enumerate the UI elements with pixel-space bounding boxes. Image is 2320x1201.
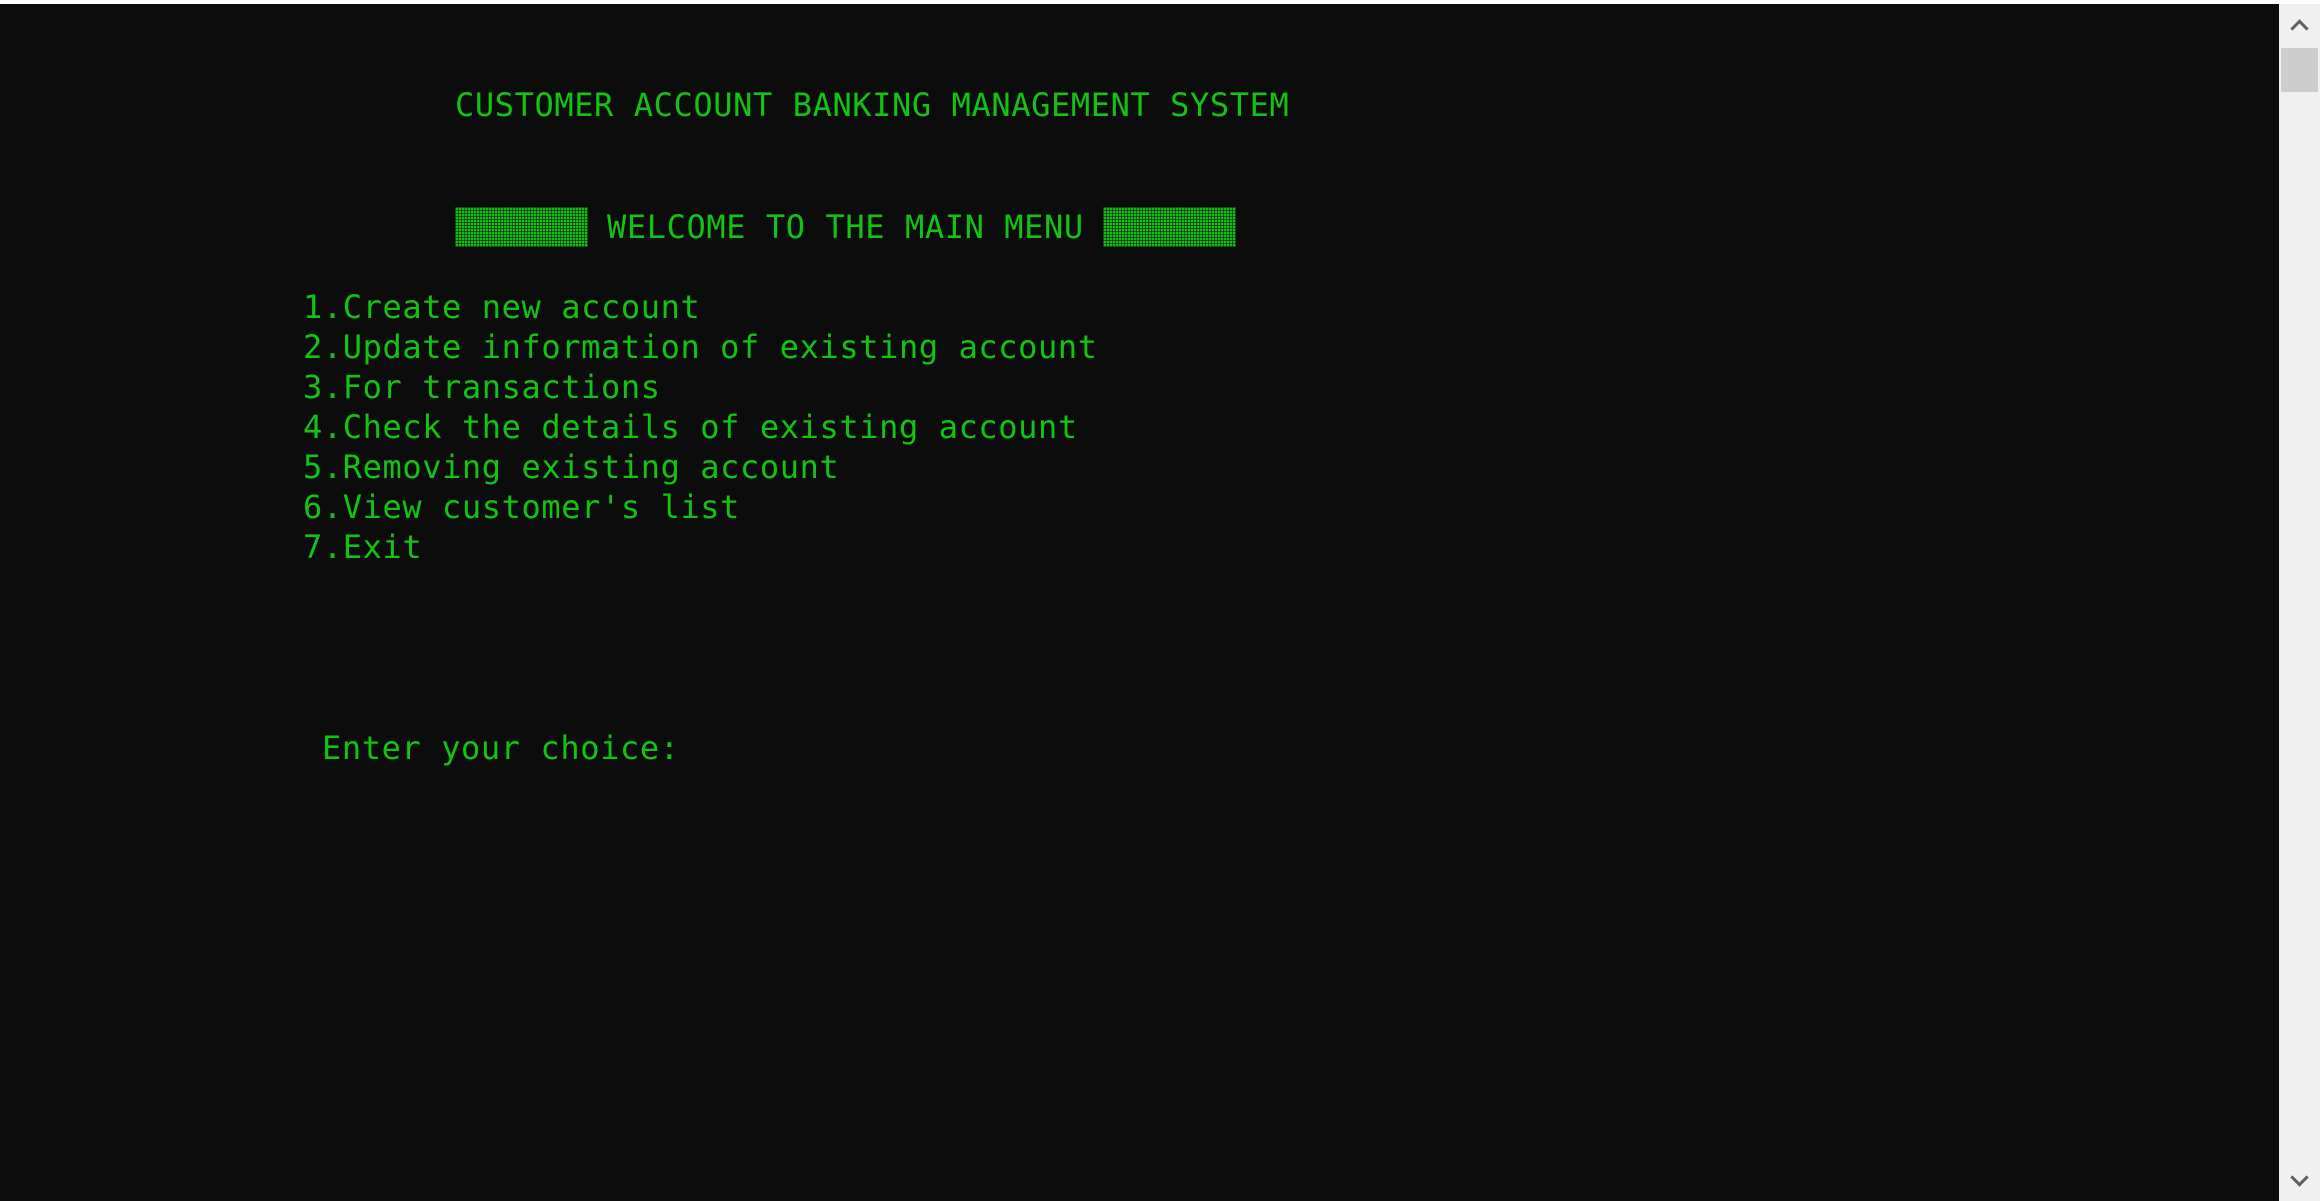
shaded-block-right-icon xyxy=(1102,207,1236,247)
menu-item-create-account[interactable]: 1.Create new account xyxy=(303,287,1098,327)
vertical-scrollbar[interactable] xyxy=(2279,4,2320,1201)
menu-item-check-details[interactable]: 4.Check the details of existing account xyxy=(303,407,1098,447)
menu-banner: WELCOME TO THE MAIN MENU xyxy=(455,207,1236,247)
app-title: CUSTOMER ACCOUNT BANKING MANAGEMENT SYST… xyxy=(455,86,1290,124)
shaded-block-left-icon xyxy=(455,207,588,247)
console-window: CUSTOMER ACCOUNT BANKING MANAGEMENT SYST… xyxy=(0,0,2320,1201)
console-output[interactable]: CUSTOMER ACCOUNT BANKING MANAGEMENT SYST… xyxy=(0,4,2279,1201)
chevron-up-icon xyxy=(2290,18,2309,38)
menu-item-remove-account[interactable]: 5.Removing existing account xyxy=(303,447,1098,487)
menu-item-view-customers[interactable]: 6.View customer's list xyxy=(303,487,1098,527)
menu-item-transactions[interactable]: 3.For transactions xyxy=(303,367,1098,407)
scroll-up-button[interactable] xyxy=(2279,4,2320,44)
chevron-down-icon xyxy=(2290,1167,2309,1187)
menu-item-update-account[interactable]: 2.Update information of existing account xyxy=(303,327,1098,367)
menu-item-exit[interactable]: 7.Exit xyxy=(303,527,1098,567)
choice-prompt[interactable]: Enter your choice: xyxy=(322,728,680,768)
banner-text: WELCOME TO THE MAIN MENU xyxy=(607,208,1084,246)
scroll-down-button[interactable] xyxy=(2279,1161,2320,1201)
scrollbar-thumb[interactable] xyxy=(2281,48,2318,92)
main-menu: 1.Create new account 2.Update informatio… xyxy=(303,287,1098,567)
